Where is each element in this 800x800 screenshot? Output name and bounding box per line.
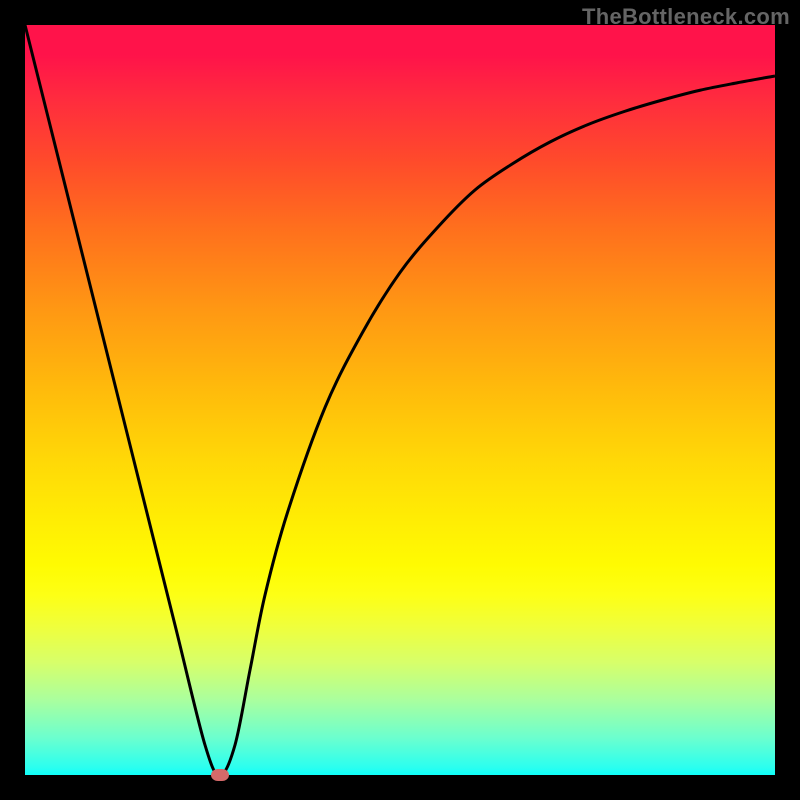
- bottleneck-curve-path: [25, 25, 775, 775]
- minimum-marker: [211, 769, 229, 781]
- chart-frame: TheBottleneck.com: [0, 0, 800, 800]
- plot-area: [25, 25, 775, 775]
- curve-svg: [25, 25, 775, 775]
- attribution-label: TheBottleneck.com: [582, 4, 790, 30]
